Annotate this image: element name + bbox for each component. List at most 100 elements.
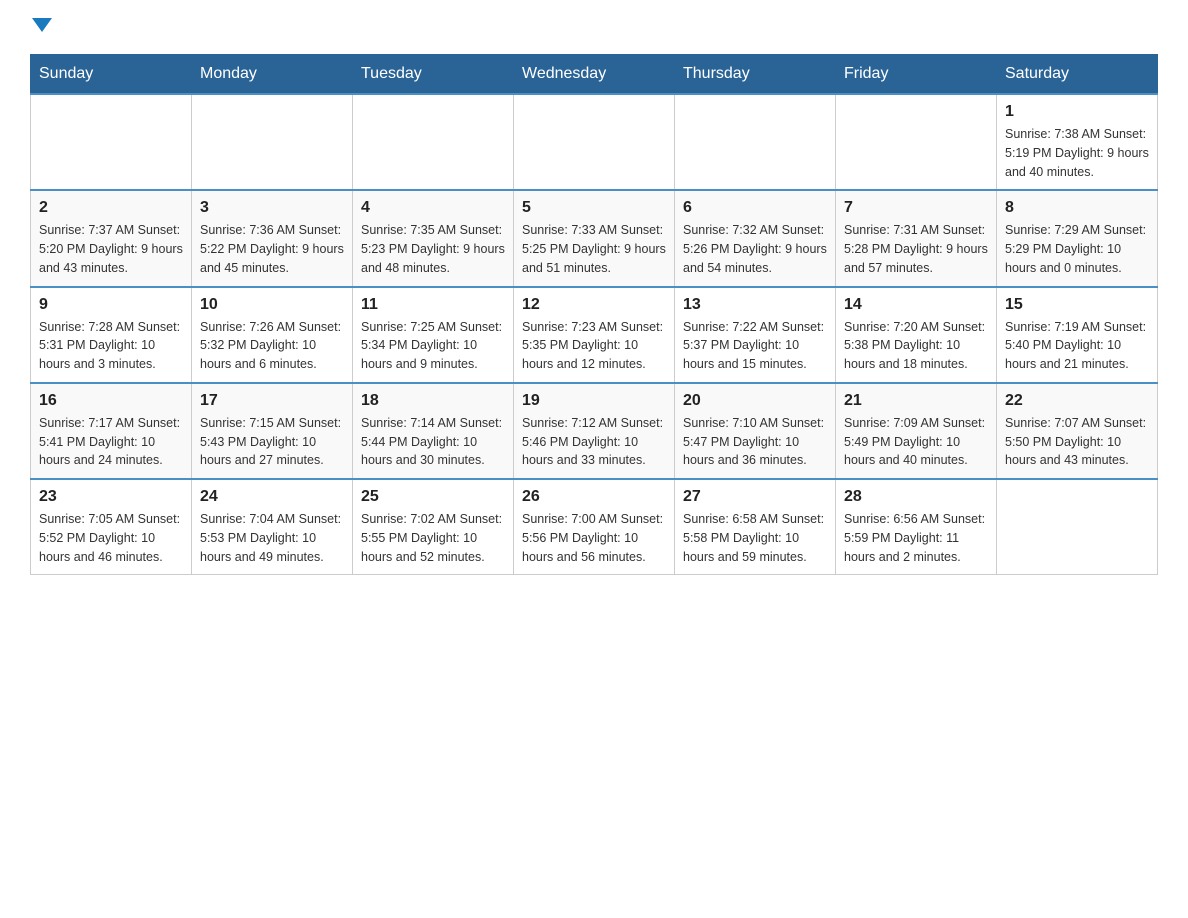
calendar-week-3: 9 Sunrise: 7:28 AM Sunset: 5:31 PM Daylig… (31, 287, 1158, 383)
calendar-table: SundayMondayTuesdayWednesdayThursdayFrid… (30, 54, 1158, 575)
day-info: Sunrise: 7:37 AM Sunset: 5:20 PM Dayligh… (39, 221, 183, 277)
calendar-cell: 23 Sunrise: 7:05 AM Sunset: 5:52 PM Dayli… (31, 479, 192, 575)
calendar-cell: 21Sunrise: 7:09 AM Sunset: 5:49 PM Dayli… (836, 383, 997, 479)
day-header-sunday: Sunday (31, 55, 192, 95)
day-header-tuesday: Tuesday (353, 55, 514, 95)
day-number: 9 (39, 296, 183, 314)
calendar-cell: 10 Sunrise: 7:26 AM Sunset: 5:32 PM Dayli… (192, 287, 353, 383)
day-number: 12 (522, 296, 666, 314)
day-info: Sunrise: 7:22 AM Sunset: 5:37 PM Dayligh… (683, 318, 827, 374)
calendar-week-4: 16Sunrise: 7:17 AM Sunset: 5:41 PM Dayli… (31, 383, 1158, 479)
calendar-cell (836, 94, 997, 190)
day-info: Sunrise: 6:56 AM Sunset: 5:59 PM Dayligh… (844, 510, 988, 566)
day-number: 26 (522, 488, 666, 506)
day-number: 7 (844, 199, 988, 217)
day-number: 20 (683, 392, 827, 410)
day-info: Sunrise: 7:04 AM Sunset: 5:53 PM Dayligh… (200, 510, 344, 566)
calendar-cell: 5 Sunrise: 7:33 AM Sunset: 5:25 PM Daylig… (514, 190, 675, 286)
day-info: Sunrise: 7:10 AM Sunset: 5:47 PM Dayligh… (683, 414, 827, 470)
day-info: Sunrise: 7:33 AM Sunset: 5:25 PM Dayligh… (522, 221, 666, 277)
day-number: 11 (361, 296, 505, 314)
day-info: Sunrise: 6:58 AM Sunset: 5:58 PM Dayligh… (683, 510, 827, 566)
day-number: 2 (39, 199, 183, 217)
day-number: 15 (1005, 296, 1149, 314)
calendar-header: SundayMondayTuesdayWednesdayThursdayFrid… (31, 55, 1158, 95)
calendar-cell: 2 Sunrise: 7:37 AM Sunset: 5:20 PM Daylig… (31, 190, 192, 286)
day-number: 23 (39, 488, 183, 506)
calendar-cell (31, 94, 192, 190)
calendar-body: 1 Sunrise: 7:38 AM Sunset: 5:19 PM Daylig… (31, 94, 1158, 575)
calendar-cell: 12Sunrise: 7:23 AM Sunset: 5:35 PM Dayli… (514, 287, 675, 383)
day-number: 3 (200, 199, 344, 217)
day-number: 25 (361, 488, 505, 506)
day-number: 10 (200, 296, 344, 314)
calendar-cell: 17 Sunrise: 7:15 AM Sunset: 5:43 PM Dayli… (192, 383, 353, 479)
calendar-cell (353, 94, 514, 190)
calendar-cell: 24 Sunrise: 7:04 AM Sunset: 5:53 PM Dayli… (192, 479, 353, 575)
calendar-week-1: 1 Sunrise: 7:38 AM Sunset: 5:19 PM Daylig… (31, 94, 1158, 190)
calendar-cell: 11 Sunrise: 7:25 AM Sunset: 5:34 PM Dayli… (353, 287, 514, 383)
day-number: 6 (683, 199, 827, 217)
calendar-cell: 27 Sunrise: 6:58 AM Sunset: 5:58 PM Dayli… (675, 479, 836, 575)
calendar-cell: 26Sunrise: 7:00 AM Sunset: 5:56 PM Dayli… (514, 479, 675, 575)
day-info: Sunrise: 7:29 AM Sunset: 5:29 PM Dayligh… (1005, 221, 1149, 277)
day-info: Sunrise: 7:07 AM Sunset: 5:50 PM Dayligh… (1005, 414, 1149, 470)
day-info: Sunrise: 7:28 AM Sunset: 5:31 PM Dayligh… (39, 318, 183, 374)
day-number: 17 (200, 392, 344, 410)
day-info: Sunrise: 7:26 AM Sunset: 5:32 PM Dayligh… (200, 318, 344, 374)
day-number: 5 (522, 199, 666, 217)
day-header-friday: Friday (836, 55, 997, 95)
days-of-week-row: SundayMondayTuesdayWednesdayThursdayFrid… (31, 55, 1158, 95)
calendar-cell: 15Sunrise: 7:19 AM Sunset: 5:40 PM Dayli… (997, 287, 1158, 383)
day-info: Sunrise: 7:17 AM Sunset: 5:41 PM Dayligh… (39, 414, 183, 470)
calendar-cell: 9 Sunrise: 7:28 AM Sunset: 5:31 PM Daylig… (31, 287, 192, 383)
day-number: 24 (200, 488, 344, 506)
day-info: Sunrise: 7:25 AM Sunset: 5:34 PM Dayligh… (361, 318, 505, 374)
calendar-cell: 7 Sunrise: 7:31 AM Sunset: 5:28 PM Daylig… (836, 190, 997, 286)
day-info: Sunrise: 7:36 AM Sunset: 5:22 PM Dayligh… (200, 221, 344, 277)
day-info: Sunrise: 7:15 AM Sunset: 5:43 PM Dayligh… (200, 414, 344, 470)
logo (30, 20, 52, 34)
logo-triangle-icon (32, 18, 52, 32)
calendar-cell: 20 Sunrise: 7:10 AM Sunset: 5:47 PM Dayli… (675, 383, 836, 479)
day-info: Sunrise: 7:31 AM Sunset: 5:28 PM Dayligh… (844, 221, 988, 277)
calendar-cell: 13 Sunrise: 7:22 AM Sunset: 5:37 PM Dayli… (675, 287, 836, 383)
calendar-cell (675, 94, 836, 190)
calendar-cell: 19Sunrise: 7:12 AM Sunset: 5:46 PM Dayli… (514, 383, 675, 479)
day-number: 28 (844, 488, 988, 506)
day-info: Sunrise: 7:09 AM Sunset: 5:49 PM Dayligh… (844, 414, 988, 470)
day-number: 14 (844, 296, 988, 314)
day-number: 1 (1005, 103, 1149, 121)
day-number: 4 (361, 199, 505, 217)
day-number: 27 (683, 488, 827, 506)
day-info: Sunrise: 7:35 AM Sunset: 5:23 PM Dayligh… (361, 221, 505, 277)
calendar-cell: 28 Sunrise: 6:56 AM Sunset: 5:59 PM Dayli… (836, 479, 997, 575)
calendar-cell: 18Sunrise: 7:14 AM Sunset: 5:44 PM Dayli… (353, 383, 514, 479)
calendar-cell: 16Sunrise: 7:17 AM Sunset: 5:41 PM Dayli… (31, 383, 192, 479)
day-header-wednesday: Wednesday (514, 55, 675, 95)
calendar-cell (514, 94, 675, 190)
calendar-cell: 1 Sunrise: 7:38 AM Sunset: 5:19 PM Daylig… (997, 94, 1158, 190)
calendar-cell: 14 Sunrise: 7:20 AM Sunset: 5:38 PM Dayli… (836, 287, 997, 383)
day-number: 18 (361, 392, 505, 410)
page-header (30, 20, 1158, 34)
calendar-cell (192, 94, 353, 190)
day-info: Sunrise: 7:32 AM Sunset: 5:26 PM Dayligh… (683, 221, 827, 277)
day-number: 8 (1005, 199, 1149, 217)
day-header-monday: Monday (192, 55, 353, 95)
calendar-cell: 4 Sunrise: 7:35 AM Sunset: 5:23 PM Daylig… (353, 190, 514, 286)
calendar-week-2: 2 Sunrise: 7:37 AM Sunset: 5:20 PM Daylig… (31, 190, 1158, 286)
calendar-cell: 22 Sunrise: 7:07 AM Sunset: 5:50 PM Dayli… (997, 383, 1158, 479)
day-info: Sunrise: 7:05 AM Sunset: 5:52 PM Dayligh… (39, 510, 183, 566)
calendar-cell: 6 Sunrise: 7:32 AM Sunset: 5:26 PM Daylig… (675, 190, 836, 286)
day-header-saturday: Saturday (997, 55, 1158, 95)
day-info: Sunrise: 7:12 AM Sunset: 5:46 PM Dayligh… (522, 414, 666, 470)
day-number: 22 (1005, 392, 1149, 410)
calendar-cell (997, 479, 1158, 575)
day-number: 13 (683, 296, 827, 314)
calendar-cell: 25 Sunrise: 7:02 AM Sunset: 5:55 PM Dayli… (353, 479, 514, 575)
day-info: Sunrise: 7:02 AM Sunset: 5:55 PM Dayligh… (361, 510, 505, 566)
day-info: Sunrise: 7:20 AM Sunset: 5:38 PM Dayligh… (844, 318, 988, 374)
calendar-cell: 8 Sunrise: 7:29 AM Sunset: 5:29 PM Daylig… (997, 190, 1158, 286)
day-info: Sunrise: 7:38 AM Sunset: 5:19 PM Dayligh… (1005, 125, 1149, 181)
